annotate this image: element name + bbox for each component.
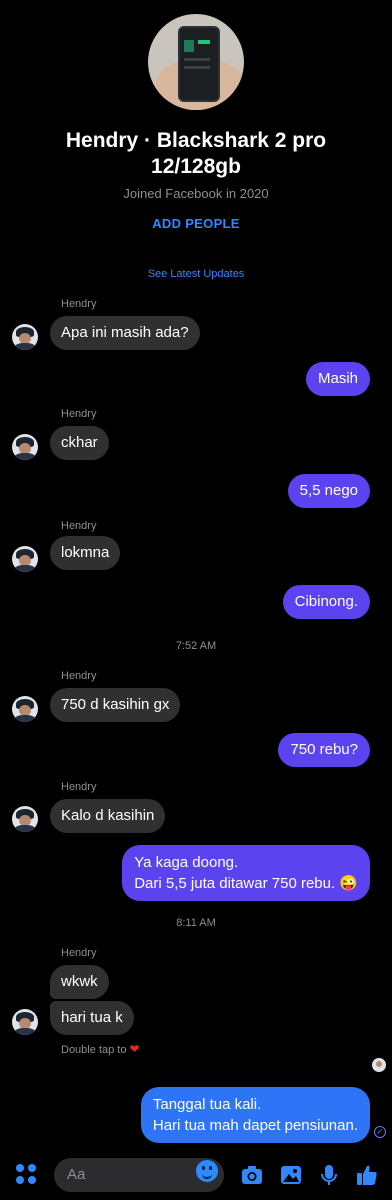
timestamp: 8:11 AM [176, 917, 216, 929]
incoming-message[interactable]: Apa ini masih ada? [50, 316, 200, 350]
outgoing-message[interactable]: Ya kaga doong. Dari 5,5 juta ditawar 750… [122, 845, 370, 901]
incoming-message[interactable]: Kalo d kasihin [50, 799, 166, 833]
delivered-check-icon: ✓ [374, 1126, 386, 1138]
see-latest-updates-link[interactable]: See Latest Updates [0, 268, 392, 280]
double-tap-hint: Double tap to ❤ [61, 1042, 140, 1056]
like-icon[interactable] [354, 1162, 380, 1188]
microphone-icon[interactable] [316, 1162, 342, 1188]
timestamp: 7:52 AM [175, 640, 217, 652]
camera-icon[interactable] [239, 1162, 265, 1188]
sender-name: Hendry [61, 947, 97, 959]
gallery-icon[interactable] [278, 1162, 304, 1188]
sender-avatar [12, 696, 38, 722]
add-people-button[interactable]: ADD PEOPLE [0, 216, 392, 231]
sender-avatar [12, 806, 38, 832]
conversation-header: Hendry · Blackshark 2 pro 12/128gb Joine… [0, 0, 392, 290]
contact-name: Hendry · Blackshark 2 pro 12/128gb [65, 129, 327, 178]
sender-avatar [12, 1009, 38, 1035]
outgoing-message[interactable]: Masih [305, 362, 370, 396]
joined-info: Joined Facebook in 2020 [123, 186, 269, 201]
double-tap-label: Double tap to [61, 1044, 127, 1056]
sender-name: Hendry [61, 520, 97, 532]
incoming-message[interactable]: ckhar [50, 426, 109, 460]
outgoing-message[interactable]: Tanggal tua kali. Hari tua mah dapet pen… [140, 1087, 370, 1143]
outgoing-message[interactable]: 750 rebu? [278, 733, 370, 767]
incoming-message[interactable]: 750 d kasihin gx [50, 688, 181, 722]
sender-name: Hendry [61, 670, 97, 682]
sender-name: Hendry [61, 408, 97, 420]
composer-bar: Aa [0, 1148, 392, 1200]
incoming-message[interactable]: lokmna [50, 536, 121, 570]
sender-avatar [12, 324, 38, 350]
profile-photo[interactable] [148, 14, 244, 110]
sender-name: Hendry [61, 781, 97, 793]
outgoing-message[interactable]: Cibinong. [282, 585, 370, 619]
sender-avatar [12, 546, 38, 572]
incoming-message[interactable]: wkwk [50, 965, 109, 999]
read-receipt-avatar [372, 1058, 386, 1072]
menu-icon[interactable] [16, 1164, 38, 1186]
emoji-icon[interactable] [196, 1160, 218, 1182]
outgoing-message[interactable]: 5,5 nego [287, 474, 370, 508]
sender-name: Hendry [61, 298, 97, 310]
heart-icon: ❤ [129, 1042, 140, 1056]
sender-avatar [12, 434, 38, 460]
incoming-message[interactable]: hari tua k [50, 1001, 134, 1035]
